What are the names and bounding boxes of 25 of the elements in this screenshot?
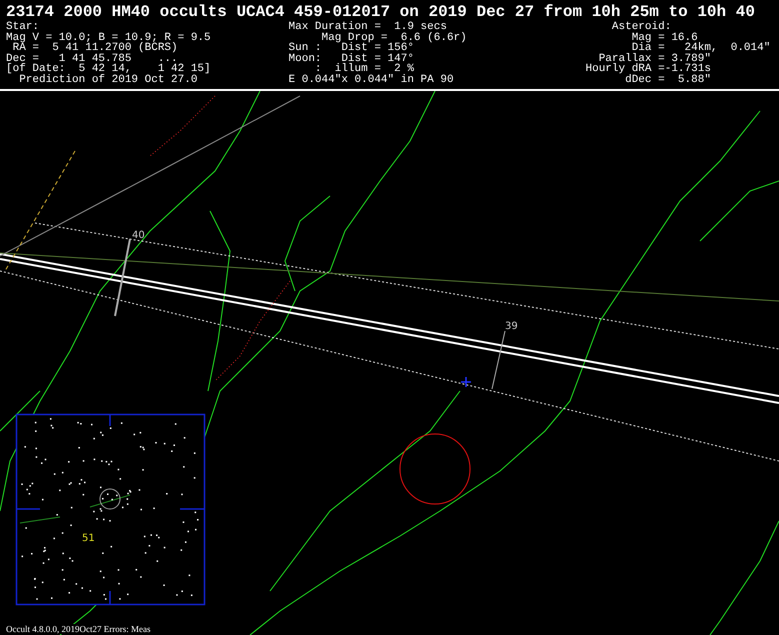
event-info-line: Max Duration = 1.9 secs	[288, 22, 447, 33]
asteroid-info-line: Asteroid:	[610, 22, 672, 33]
crosshair-icon	[460, 376, 472, 388]
asteroid-info-line: dDec = 5.88"	[624, 74, 711, 86]
event-info-line: Sun : Dist = 156°	[288, 43, 414, 54]
event-title: 23174 2000 HM40 occults UCAC4 459-012017 on 2019 Dec 27 from 10h 25m to 10h 40	[5, 2, 756, 21]
star-info-line: [of Date: 5 42 14, 1 42 15]	[6, 64, 211, 75]
time-label: 39	[505, 321, 518, 332]
star-info-line: Star:	[6, 22, 40, 33]
star-info-line: Dec = 1 41 45.785 ...	[6, 54, 178, 64]
asteroid-info-line: Parallax = 3.789"	[598, 54, 711, 64]
star-info-line: RA = 5 41 11.2700 (BCRS)	[12, 43, 178, 54]
version-footer: Occult 4.8.0.0, 2019Oct27 Errors: Meas	[4, 624, 152, 634]
asteroid-info-line: Hourly dRA =-1.731s	[584, 64, 711, 75]
asteroid-info-line: Dia = 24km, 0.014"	[632, 43, 770, 54]
star-info-line: Mag V = 10.0; B = 10.9; R = 9.5	[6, 32, 211, 44]
time-label: 40	[132, 230, 145, 241]
inset-label: 51	[82, 533, 95, 544]
star-info-line: Prediction of 2019 Oct 27.0	[18, 74, 198, 86]
event-info-line: : illum = 2 %	[314, 64, 414, 75]
target-circle-icon	[400, 434, 470, 504]
asteroid-info-line: Mag = 16.6	[630, 32, 698, 44]
event-info-line: E 0.044"x 0.044" in PA 90	[288, 74, 454, 86]
event-info-line: Mag Drop = 6.6 (6.6r)	[320, 32, 467, 44]
event-info-line: Moon: Dist = 147°	[288, 54, 414, 64]
